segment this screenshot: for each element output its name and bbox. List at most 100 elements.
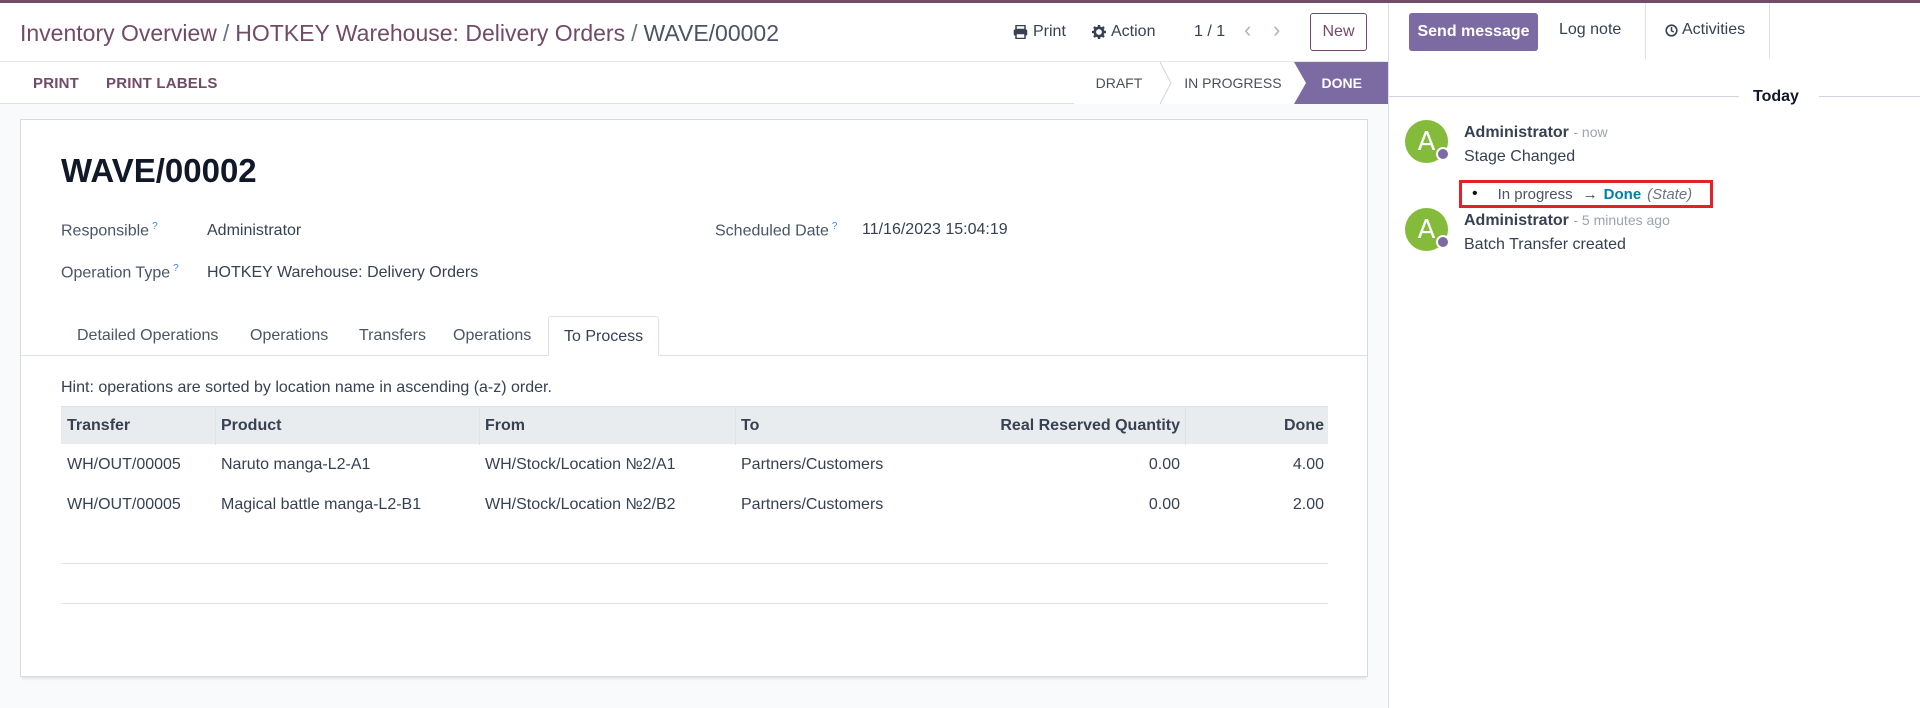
operation-type-field[interactable]: HOTKEY Warehouse: Delivery Orders	[207, 264, 478, 282]
cell-transfer: WH/OUT/00005	[67, 456, 181, 473]
message-body: Batch Transfer created	[1464, 236, 1626, 253]
column-done[interactable]: Done	[1284, 417, 1324, 435]
column-product[interactable]: Product	[221, 417, 281, 435]
message-author: Administrator - 5 minutes ago	[1464, 212, 1670, 229]
column-to[interactable]: To	[741, 417, 759, 435]
pager-previous-icon[interactable]: ‹	[1244, 17, 1251, 43]
tab-transfers[interactable]: Transfers	[359, 316, 426, 356]
breadcrumb-item-delivery-orders[interactable]: HOTKEY Warehouse: Delivery Orders	[235, 20, 625, 46]
activities-button[interactable]: Activities	[1665, 21, 1745, 39]
action-menu-button[interactable]: Action	[1092, 23, 1155, 41]
cell-reserved-quantity: 0.00	[1148, 456, 1180, 473]
chatter-message: A Administrator - now Stage Changed • In…	[1405, 120, 1905, 220]
cell-to: Partners/Customers	[741, 456, 884, 473]
clock-icon	[1665, 23, 1678, 37]
cell-from: WH/Stock/Location №2/B2	[485, 496, 676, 513]
column-from[interactable]: From	[485, 417, 525, 435]
divider	[1389, 96, 1739, 97]
cell-done: 2.00	[1292, 496, 1324, 513]
bullet: •	[1472, 185, 1478, 202]
date-separator: Today	[1389, 87, 1920, 107]
breadcrumb-separator: /	[631, 20, 638, 46]
print-icon	[1013, 25, 1028, 39]
activities-label: Activities	[1682, 21, 1746, 38]
pager-value[interactable]: 1 / 1	[1194, 23, 1225, 41]
date-separator-label: Today	[1753, 88, 1799, 105]
stage-in-progress-label: IN PROGRESS	[1184, 75, 1282, 91]
chatter-panel: Send message Log note Activities Today A…	[1388, 3, 1920, 708]
help-icon[interactable]: ?	[832, 221, 838, 232]
tab-operations[interactable]: Operations	[250, 316, 328, 356]
column-divider	[1185, 407, 1186, 445]
scheduled-date-label: Scheduled Date?	[715, 221, 838, 240]
print-menu-label: Print	[1033, 23, 1066, 40]
stage-separator	[1160, 62, 1172, 104]
message-date: - 5 minutes ago	[1573, 212, 1670, 228]
scheduled-date-field[interactable]: 11/16/2023 15:04:19	[862, 221, 1008, 239]
divider	[1769, 3, 1770, 59]
column-real-reserved-quantity[interactable]: Real Reserved Quantity	[1000, 417, 1180, 435]
log-note-button[interactable]: Log note	[1559, 21, 1621, 39]
column-transfer[interactable]: Transfer	[67, 417, 130, 435]
status-dot	[1436, 147, 1450, 161]
table-header: Transfer Product From To Real Reserved Q…	[61, 406, 1328, 445]
responsible-field[interactable]: Administrator	[207, 222, 301, 240]
send-message-button[interactable]: Send message	[1409, 13, 1538, 51]
column-divider	[215, 407, 216, 445]
tab-operations-2[interactable]: Operations	[453, 316, 531, 356]
help-icon[interactable]: ?	[173, 263, 179, 274]
tracking-value: • In progress → Done (State)	[1459, 180, 1713, 208]
pager-next-icon[interactable]: ›	[1273, 17, 1280, 43]
record-name: WAVE/00002	[61, 152, 257, 189]
breadcrumb-current: WAVE/00002	[643, 20, 780, 46]
form-header: PRINT PRINT LABELS DRAFT IN PROGRESS DON…	[0, 61, 1388, 104]
cell-from: WH/Stock/Location №2/A1	[485, 456, 676, 473]
stage-draft-label: DRAFT	[1095, 75, 1143, 91]
sort-hint: Hint: operations are sorted by location …	[61, 379, 552, 396]
print-button[interactable]: PRINT	[33, 75, 79, 92]
help-icon[interactable]: ?	[152, 221, 158, 232]
stage-done[interactable]: DONE	[1293, 62, 1388, 104]
responsible-label: Responsible?	[61, 221, 158, 240]
message-date: - now	[1573, 124, 1608, 140]
notebook-tabs: Detailed Operations Operations Transfers…	[21, 316, 1367, 356]
stage-separator	[1293, 62, 1306, 104]
print-labels-button[interactable]: PRINT LABELS	[106, 75, 218, 92]
empty-row	[61, 564, 1328, 604]
stage-done-label: DONE	[1321, 75, 1362, 91]
tracking-field-name: (State)	[1647, 185, 1693, 203]
empty-row	[61, 524, 1328, 564]
operations-table: Transfer Product From To Real Reserved Q…	[61, 406, 1328, 604]
print-menu-button[interactable]: Print	[1013, 23, 1066, 41]
column-divider	[735, 407, 736, 445]
stage-draft[interactable]: DRAFT	[1073, 62, 1172, 104]
divider	[1819, 96, 1920, 97]
table-row[interactable]: WH/OUT/00005 Magical battle manga-L2-B1 …	[61, 484, 1328, 524]
tab-to-process[interactable]: To Process	[548, 316, 660, 356]
new-button[interactable]: New	[1310, 13, 1367, 51]
tab-detailed-operations[interactable]: Detailed Operations	[77, 316, 218, 356]
column-divider	[479, 407, 480, 445]
divider	[1645, 3, 1646, 59]
message-body: Stage Changed	[1464, 148, 1576, 165]
cell-done: 4.00	[1292, 456, 1324, 473]
table-row[interactable]: WH/OUT/00005 Naruto manga-L2-A1 WH/Stock…	[61, 444, 1328, 484]
breadcrumb-item-inventory-overview[interactable]: Inventory Overview	[20, 20, 217, 46]
cell-product: Magical battle manga-L2-B1	[221, 496, 422, 513]
control-panel: Inventory Overview / HOTKEY Warehouse: Del…	[0, 3, 1388, 61]
stage-in-progress[interactable]: IN PROGRESS	[1162, 62, 1294, 104]
form-sheet: WAVE/00002 Responsible? Administrator Sc…	[20, 119, 1368, 677]
chatter-message: A Administrator - 5 minutes ago Batch Tr…	[1405, 208, 1905, 268]
cell-to: Partners/Customers	[741, 496, 884, 513]
statusbar: DRAFT IN PROGRESS DONE	[1073, 62, 1388, 104]
cell-transfer: WH/OUT/00005	[67, 496, 181, 513]
cell-product: Naruto manga-L2-A1	[221, 456, 371, 473]
tracking-old-value: In progress	[1497, 185, 1573, 203]
operation-type-label: Operation Type?	[61, 263, 179, 282]
tracking-new-value: Done	[1603, 185, 1642, 203]
form-view: Inventory Overview / HOTKEY Warehouse: Del…	[0, 3, 1388, 708]
breadcrumb: Inventory Overview / HOTKEY Warehouse: Del…	[20, 20, 779, 47]
status-dot	[1436, 235, 1450, 249]
cell-reserved-quantity: 0.00	[1148, 496, 1180, 513]
breadcrumb-separator: /	[222, 20, 230, 46]
